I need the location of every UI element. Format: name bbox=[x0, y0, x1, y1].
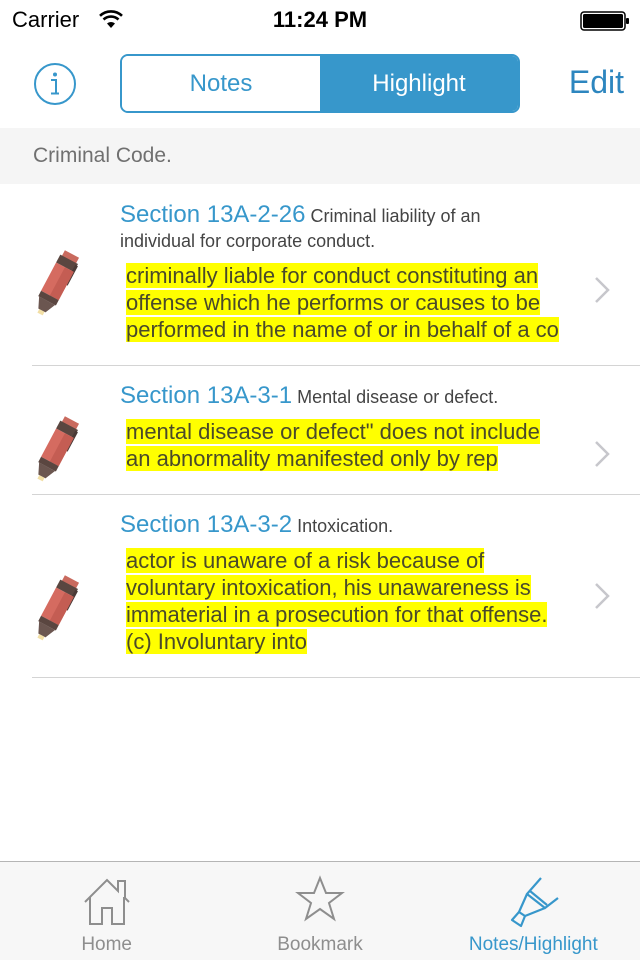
status-bar: Carrier 11:24 PM bbox=[0, 0, 640, 40]
highlighted-text: actor is unaware of a risk because of vo… bbox=[126, 548, 548, 654]
edit-button[interactable]: Edit bbox=[569, 64, 624, 101]
highlighter-pen-icon bbox=[37, 250, 80, 316]
item-title-line: Section 13A-3-2 Intoxication. bbox=[120, 512, 560, 539]
tab-notes-highlight-label: Notes/Highlight bbox=[468, 934, 598, 955]
chevron-right-icon bbox=[595, 441, 610, 467]
row-divider bbox=[32, 677, 640, 678]
highlighter-pen-icon bbox=[37, 416, 80, 482]
info-circle-icon[interactable] bbox=[33, 62, 77, 106]
section-header: Criminal Code. bbox=[0, 128, 640, 184]
highlighter-pen-icon bbox=[37, 575, 80, 641]
tab-home-label: Home bbox=[81, 934, 132, 955]
section-header-title: Criminal Code. bbox=[33, 144, 172, 167]
battery-icon bbox=[580, 11, 629, 31]
section-code: Section 13A-2-26 bbox=[120, 201, 306, 228]
tab-notes-highlight[interactable]: Notes/Highlight bbox=[427, 862, 640, 960]
home-icon bbox=[83, 878, 130, 925]
segment-notes[interactable]: Notes bbox=[122, 56, 320, 111]
section-code: Section 13A-3-1 bbox=[120, 382, 293, 409]
item-title-line: Section 13A-3-1 Mental disease or defect… bbox=[120, 383, 560, 410]
item-title-line: Section 13A-2-26 Criminal liability of a… bbox=[120, 202, 560, 254]
tab-bookmark-label: Bookmark bbox=[277, 934, 363, 955]
section-title: Mental disease or defect. bbox=[297, 387, 499, 407]
list-item[interactable]: Section 13A-3-1 Mental disease or defect… bbox=[0, 365, 640, 495]
star-icon bbox=[295, 875, 345, 922]
clock: 11:24 PM bbox=[272, 7, 368, 32]
list-item[interactable]: Section 13A-2-26 Criminal liability of a… bbox=[0, 184, 640, 366]
tab-home[interactable]: Home bbox=[0, 862, 213, 960]
tab-bar: Home Bookmark Notes/Highlight bbox=[0, 861, 640, 960]
chevron-right-icon bbox=[595, 277, 610, 303]
list-item[interactable]: Section 13A-3-2 Intoxication. actor is u… bbox=[0, 494, 640, 678]
highlighter-icon bbox=[511, 877, 559, 928]
highlighted-text: mental disease or defect" does not inclu… bbox=[126, 419, 540, 471]
highlight-list: Section 13A-2-26 Criminal liability of a… bbox=[0, 184, 640, 678]
highlighted-text: criminally liable for conduct constituti… bbox=[126, 263, 559, 342]
navigation-bar: Notes Highlight Edit bbox=[0, 40, 640, 128]
tab-bookmark[interactable]: Bookmark bbox=[213, 862, 426, 960]
notes-highlight-segmented-control: Notes Highlight bbox=[120, 54, 520, 113]
section-title: Intoxication. bbox=[297, 516, 394, 536]
chevron-right-icon bbox=[595, 583, 610, 609]
section-code: Section 13A-3-2 bbox=[120, 511, 293, 538]
segment-highlight[interactable]: Highlight bbox=[320, 56, 518, 111]
